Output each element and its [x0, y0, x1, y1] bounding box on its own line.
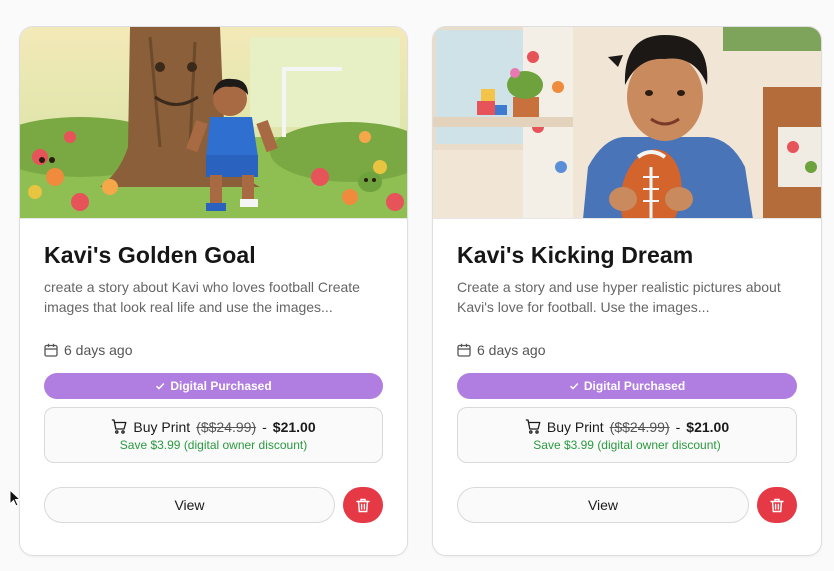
buy-print-line: Buy Print ($$24.99) - $21.00 — [525, 419, 729, 435]
original-price: ($$24.99) — [196, 418, 257, 435]
created-date: 6 days ago — [64, 342, 133, 358]
calendar-icon — [457, 343, 471, 357]
story-card: Kavi's Kicking Dream Create a story and … — [432, 26, 822, 556]
price-separator: - — [262, 418, 267, 435]
buy-print-button[interactable]: Buy Print ($$24.99) - $21.00 Save $3.99 … — [457, 407, 797, 463]
card-actions: View — [457, 487, 797, 523]
buy-print-label: Buy Print — [546, 418, 604, 435]
view-button[interactable]: View — [457, 487, 749, 523]
created-date: 6 days ago — [477, 342, 546, 358]
price-separator: - — [675, 418, 681, 435]
story-description: create a story about Kavi who loves foot… — [44, 279, 360, 315]
date-row: 6 days ago — [457, 341, 797, 359]
illustration-boy-holding-ball-icon — [433, 27, 821, 218]
cart-icon — [112, 419, 127, 434]
cart-icon — [525, 419, 541, 434]
buy-print-button[interactable]: Buy Print ($$24.99) - $21.00 Save $3.99 … — [44, 407, 383, 463]
trash-icon — [770, 498, 784, 512]
story-cover-image[interactable] — [20, 27, 407, 219]
digital-purchased-badge: Digital Purchased — [457, 373, 797, 399]
discounted-price: $21.00 — [272, 418, 316, 435]
story-card: Kavi's Golden Goal create a story about … — [19, 26, 408, 556]
buy-print-label: Buy Print — [133, 418, 191, 435]
story-title: Kavi's Golden Goal — [44, 242, 256, 268]
story-title: Kavi's Kicking Dream — [457, 242, 694, 268]
date-row: 6 days ago — [44, 341, 383, 359]
badge-label: Digital Purchased — [583, 379, 686, 393]
mouse-cursor-icon — [9, 489, 21, 507]
badge-label: Digital Purchased — [170, 379, 272, 393]
original-price: ($$24.99) — [609, 418, 670, 435]
digital-purchased-badge: Digital Purchased — [44, 373, 383, 399]
illustration-boy-kicking-ball-icon — [20, 27, 407, 218]
story-cover-image[interactable] — [433, 27, 821, 219]
buy-print-line: Buy Print ($$24.99) - $21.00 — [111, 418, 316, 435]
discount-note: Save $3.99 (digital owner discount) — [119, 437, 308, 452]
discounted-price: $21.00 — [686, 418, 730, 435]
calendar-icon — [44, 343, 58, 357]
view-button[interactable]: View — [44, 487, 335, 523]
checkmark-icon — [156, 382, 165, 390]
story-description: Create a story and use hyper realistic p… — [457, 279, 781, 315]
checkmark-icon — [569, 382, 579, 390]
delete-button[interactable] — [757, 487, 797, 523]
trash-icon — [356, 498, 370, 512]
discount-note: Save $3.99 (digital owner discount) — [533, 437, 721, 452]
card-actions: View — [44, 487, 383, 523]
delete-button[interactable] — [343, 487, 383, 523]
